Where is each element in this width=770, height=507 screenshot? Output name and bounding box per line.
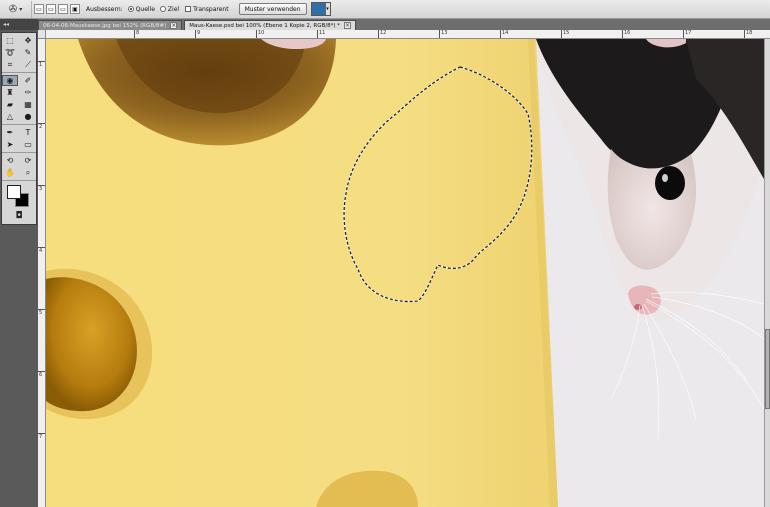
foreground-color-swatch[interactable]	[7, 185, 21, 199]
quick-mask-icon[interactable]: ◘	[2, 210, 36, 222]
horizontal-ruler[interactable]: 8 9 10 11 12 13 14 15 16 17 18	[38, 30, 770, 39]
marquee-icon[interactable]: ⬚	[2, 35, 18, 46]
tool-grid: ⬚ ✥ ➰ ✎ ⌗ ⟋ ◉ ✐ ♜ ✑ ▰ ▦ △ ● ✒ T ➤ ▭ ⟲ ⟳ …	[1, 32, 37, 225]
scrollbar-thumb[interactable]	[765, 329, 770, 409]
photoshop-window: ✇ ▾ ▭ ▭ ▭ ▣ Ausbessern: Quelle Ziel Trans…	[0, 0, 770, 507]
quick-select-icon[interactable]: ✎	[20, 47, 36, 58]
patch-icon[interactable]: ◉	[2, 75, 18, 86]
crop-icon[interactable]: ⌗	[2, 59, 18, 70]
eyedropper-icon[interactable]: ⟋	[20, 59, 36, 70]
tab-maus-kaese-psd[interactable]: Maus-Kaese.psd bei 100% (Ebene 1 Kopie 2…	[184, 20, 356, 30]
vertical-ruler[interactable]: 1 2 3 4 5 6 7	[38, 39, 46, 507]
ruler-number: 7	[38, 433, 45, 440]
toolbox-divider	[2, 124, 36, 125]
pen-icon[interactable]: ✒	[2, 127, 18, 138]
source-radio[interactable]	[127, 6, 134, 12]
tab-mauskaese-jpg[interactable]: 06-04-06-Mauskaese.jpg bei 152% (RGB/8#)…	[38, 20, 183, 30]
blur-icon[interactable]: △	[2, 111, 18, 122]
mouse-nostril	[634, 304, 642, 310]
options-bar: ✇ ▾ ▭ ▭ ▭ ▣ Ausbessern: Quelle Ziel Trans…	[0, 0, 770, 19]
color-swatches	[2, 183, 36, 209]
destination-radio[interactable]	[159, 6, 166, 12]
source-label: Quelle	[135, 5, 155, 13]
chevron-down-icon: ▾	[324, 3, 330, 15]
tab-label: Maus-Kaese.psd bei 100% (Ebene 1 Kopie 2…	[189, 22, 340, 29]
path-select-icon[interactable]: ➤	[2, 139, 18, 150]
type-icon[interactable]: T	[20, 127, 36, 138]
zoom-icon[interactable]: ⌕	[20, 167, 36, 178]
mouse-eye-highlight	[662, 174, 668, 182]
eraser-icon[interactable]: ▰	[2, 99, 18, 110]
add-selection-icon[interactable]: ▭	[46, 4, 56, 14]
close-icon[interactable]: ×	[344, 22, 351, 29]
pattern-picker[interactable]: ▾	[310, 2, 331, 16]
transparent-option[interactable]: Transparent	[179, 6, 229, 13]
vertical-scrollbar[interactable]	[764, 39, 770, 507]
toolbox-divider	[2, 72, 36, 73]
patch-mode-label: Ausbessern:	[86, 5, 123, 13]
ruler-number: 15	[561, 30, 569, 38]
ruler-number: 14	[500, 30, 508, 38]
ruler-number: 1	[38, 61, 45, 68]
ruler-number: 17	[683, 30, 691, 38]
ruler-number: 13	[439, 30, 447, 38]
ruler-number: 8	[134, 30, 139, 38]
collapse-toolbox-icon[interactable]: ◂◂	[0, 19, 38, 30]
ruler-number: 5	[38, 309, 45, 316]
mouse-eye	[655, 166, 685, 200]
history-brush-icon[interactable]: ✑	[20, 87, 36, 98]
use-pattern-button[interactable]: Muster verwenden	[238, 3, 307, 15]
3d-rotate-icon[interactable]: ⟲	[2, 155, 18, 166]
ruler-number: 2	[38, 123, 45, 130]
chevron-down-icon: ▾	[19, 5, 23, 13]
hand-icon[interactable]: ✋	[2, 167, 18, 178]
stamp-icon[interactable]: ♜	[2, 87, 18, 98]
ruler-number: 11	[317, 30, 325, 38]
ruler-number: 18	[744, 30, 752, 38]
patch-tool-icon: ✇	[8, 3, 18, 15]
document-tabs: 06-04-06-Mauskaese.jpg bei 152% (RGB/8#)…	[38, 19, 770, 30]
ruler-number: 6	[38, 371, 45, 378]
canvas-artwork	[46, 39, 764, 507]
move-icon[interactable]: ✥	[20, 35, 36, 46]
tool-preset-picker[interactable]: ✇ ▾	[0, 0, 32, 18]
toolbox-divider	[2, 152, 36, 153]
ruler-number: 10	[256, 30, 264, 38]
intersect-selection-icon[interactable]: ▣	[70, 4, 80, 14]
destination-label: Ziel	[167, 5, 180, 13]
ruler-number: 9	[195, 30, 200, 38]
transparent-label: Transparent	[193, 5, 229, 13]
toolbox-panel: ◂◂ ⬚ ✥ ➰ ✎ ⌗ ⟋ ◉ ✐ ♜ ✑ ▰ ▦ △ ● ✒ T ➤ ▭ ⟲…	[0, 19, 38, 507]
lasso-icon[interactable]: ➰	[2, 47, 18, 58]
ruler-number: 12	[378, 30, 386, 38]
toolbox-divider	[2, 180, 36, 181]
dodge-icon[interactable]: ●	[20, 111, 36, 122]
ruler-origin[interactable]	[38, 30, 46, 39]
brush-icon[interactable]: ✐	[20, 75, 36, 86]
subtract-selection-icon[interactable]: ▭	[58, 4, 68, 14]
new-selection-icon[interactable]: ▭	[34, 4, 44, 14]
close-icon[interactable]: ×	[170, 22, 178, 29]
ruler-number: 16	[622, 30, 630, 38]
source-option[interactable]: Quelle	[123, 6, 155, 13]
transparent-checkbox[interactable]	[185, 6, 192, 12]
destination-option[interactable]: Ziel	[155, 6, 179, 13]
3d-orbit-icon[interactable]: ⟳	[20, 155, 36, 166]
document-canvas[interactable]	[46, 39, 764, 507]
gradient-icon[interactable]: ▦	[20, 99, 36, 110]
ruler-number: 4	[38, 247, 45, 254]
tab-label: 06-04-06-Mauskaese.jpg bei 152% (RGB/8#)	[43, 22, 167, 29]
shape-icon[interactable]: ▭	[20, 139, 36, 150]
ruler-number: 3	[38, 185, 45, 192]
